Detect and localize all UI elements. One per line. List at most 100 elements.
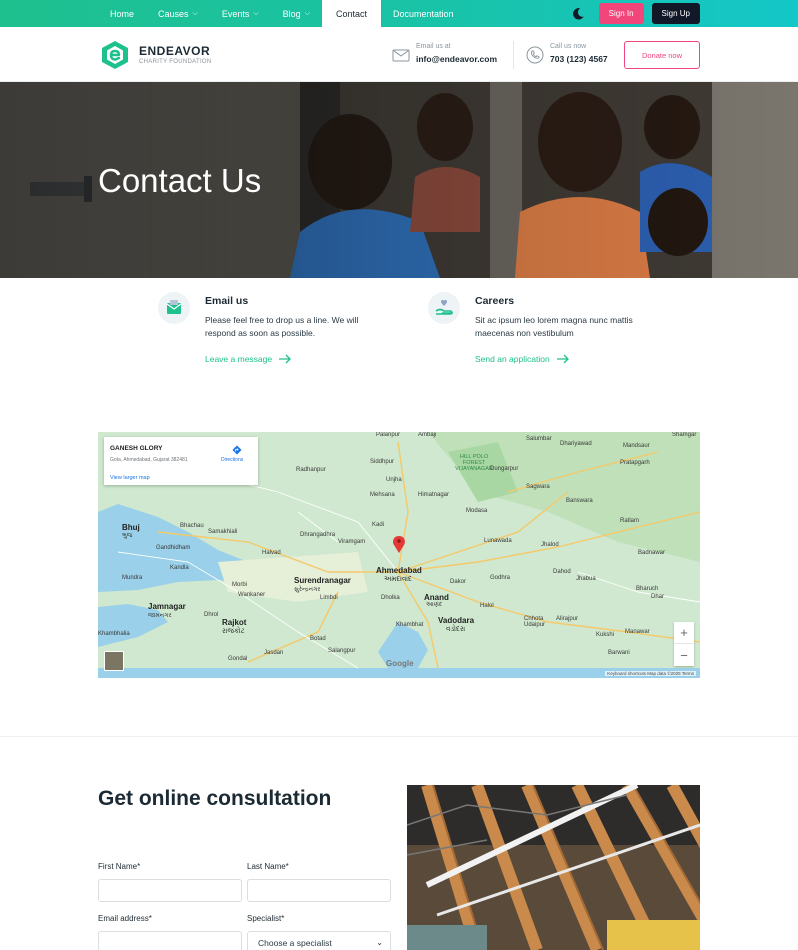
- map-label: Mandsaur: [623, 443, 650, 449]
- map-label: Siddhpur: [370, 459, 395, 465]
- map-label: Dahod: [553, 569, 571, 575]
- map-label: ભુજ: [122, 533, 133, 539]
- map-label: Halvad: [262, 550, 281, 556]
- directions-label[interactable]: Directions: [221, 457, 243, 463]
- map-label: વડોદરા: [446, 626, 466, 633]
- brand-tagline: CHARITY FOUNDATION: [139, 59, 212, 65]
- map-label: Gandhidham: [156, 545, 191, 551]
- email-value[interactable]: info@endeavor.com: [416, 54, 497, 64]
- top-nav-bar: Home Causes ⌵ Events ⌵ Blog ⌵ Contact Docum…: [0, 0, 798, 27]
- nav-causes-label: Causes: [158, 8, 189, 19]
- map-label: Himatnagar: [418, 492, 450, 498]
- map-label: Palanpur: [376, 432, 401, 438]
- map-label: જામનગર: [148, 613, 172, 619]
- map-label: Ratlam: [620, 518, 640, 524]
- map-attribution[interactable]: Keyboard shortcuts Map data ©2025 Terms: [605, 671, 696, 676]
- first-name-input[interactable]: [98, 879, 242, 902]
- map-label: Surendranagar: [294, 576, 351, 585]
- map-label: Radhanpur: [296, 467, 326, 473]
- map-label: Jhalod: [541, 542, 559, 548]
- nav-home-label: Home: [110, 8, 135, 19]
- zoom-in-button[interactable]: +: [674, 622, 694, 644]
- form-heading: Get online consultation: [98, 787, 332, 810]
- map-label: Halol: [480, 603, 494, 609]
- brand-name[interactable]: ENDEAVOR: [139, 44, 210, 58]
- map-label: Salangpur: [328, 648, 356, 654]
- nav-blog[interactable]: Blog ⌵: [271, 0, 322, 27]
- office-photo: [407, 785, 700, 950]
- map-label: Anand: [424, 593, 449, 602]
- sign-up-button[interactable]: Sign Up: [651, 3, 700, 24]
- map-label: Limbdi: [320, 595, 338, 601]
- endeavor-logo-icon[interactable]: [100, 40, 130, 70]
- donate-button[interactable]: Donate now: [624, 41, 700, 69]
- hand-heart-icon: [435, 299, 453, 315]
- map-label: Wankaner: [238, 592, 266, 598]
- map-label: Ahmedabad: [376, 566, 422, 575]
- phone-value[interactable]: 703 (123) 4567: [550, 54, 608, 64]
- send-application-link[interactable]: Send an application: [475, 354, 570, 364]
- satellite-toggle[interactable]: [104, 651, 124, 671]
- map-label: Shamgar: [672, 432, 697, 438]
- google-logo: Google: [386, 659, 414, 668]
- map-label: Jhabua: [576, 576, 596, 582]
- info-icon-circle: [428, 292, 460, 324]
- nav-documentation-label: Documentation: [393, 8, 454, 19]
- last-name-label: Last Name*: [247, 862, 289, 871]
- map-label: Badnawar: [638, 550, 666, 556]
- chevron-down-icon: ⌵: [192, 9, 198, 17]
- map-label: Dhariyawad: [560, 441, 592, 447]
- map-label: Unjha: [386, 477, 402, 483]
- map-label: Samakhiali: [208, 529, 238, 535]
- map-label: Kukshi: [596, 632, 615, 638]
- envelope-icon: [166, 300, 182, 314]
- map-label: Lunawada: [484, 538, 512, 544]
- divider: [513, 41, 514, 69]
- map-label: Viramgam: [338, 539, 366, 545]
- last-name-input[interactable]: [247, 879, 391, 902]
- map-label: સુરેન્દ્રનગર: [294, 587, 321, 593]
- email-input[interactable]: [98, 931, 242, 950]
- map-label: Dhar: [651, 594, 665, 600]
- nav-contact-label: Contact: [336, 8, 368, 19]
- brand-bar: ENDEAVOR CHARITY FOUNDATION Email us at …: [0, 27, 798, 82]
- specialist-select[interactable]: Choose a specialist ⌄: [247, 931, 391, 950]
- leave-message-link[interactable]: Leave a message: [205, 354, 292, 364]
- directions-icon[interactable]: [232, 445, 242, 455]
- main-nav: Home Causes ⌵ Events ⌵ Blog ⌵ Contact Docum…: [98, 0, 466, 27]
- zoom-out-button[interactable]: −: [674, 644, 694, 666]
- map-label: Kadi: [372, 522, 385, 528]
- top-actions: Sign In Sign Up: [571, 3, 700, 24]
- place-name: GANESH GLORY: [110, 445, 163, 452]
- chevron-down-icon: ⌵: [304, 9, 310, 17]
- specialist-value: Choose a specialist: [258, 937, 332, 948]
- nav-events[interactable]: Events ⌵: [210, 0, 271, 27]
- map-label: Modasa: [466, 508, 488, 514]
- sign-in-button[interactable]: Sign In: [598, 3, 644, 24]
- nav-contact[interactable]: Contact: [322, 0, 382, 27]
- view-larger-map-link[interactable]: View larger map: [110, 475, 150, 481]
- map-label: Alirajpur: [556, 616, 579, 622]
- moon-icon[interactable]: [571, 7, 585, 21]
- email-address-label: Email address*: [98, 914, 152, 923]
- map-label: Dhrangadhra: [300, 532, 336, 538]
- map-label: HILL POLO FOREST VIJAYANAGAR: [455, 454, 493, 472]
- specialist-label: Specialist*: [247, 914, 285, 923]
- map-label: Dakor: [450, 579, 467, 585]
- map-label: Mundra: [122, 575, 143, 581]
- envelope-outline-icon: [392, 49, 410, 62]
- arrow-right-icon: [279, 354, 292, 364]
- nav-home[interactable]: Home: [98, 0, 146, 27]
- map-label: Salumbar: [526, 436, 552, 442]
- map-label: Ambaji: [418, 432, 437, 438]
- zoom-controls: + −: [674, 622, 694, 666]
- nav-causes[interactable]: Causes ⌵: [146, 0, 210, 27]
- map-label: Khambhalia: [98, 631, 130, 637]
- hero-banner: Contact Us: [0, 82, 798, 278]
- place-info-card: GANESH GLORY Gota, Ahmedabad, Gujarat 38…: [104, 437, 258, 485]
- google-map[interactable]: HILL POLO FOREST VIJAYANAGAR Palanpur Am…: [98, 432, 700, 678]
- map-label: Botad: [310, 636, 326, 642]
- chevron-down-icon: ⌄: [376, 938, 383, 947]
- map-label: Kandla: [170, 565, 189, 571]
- nav-documentation[interactable]: Documentation: [381, 0, 466, 27]
